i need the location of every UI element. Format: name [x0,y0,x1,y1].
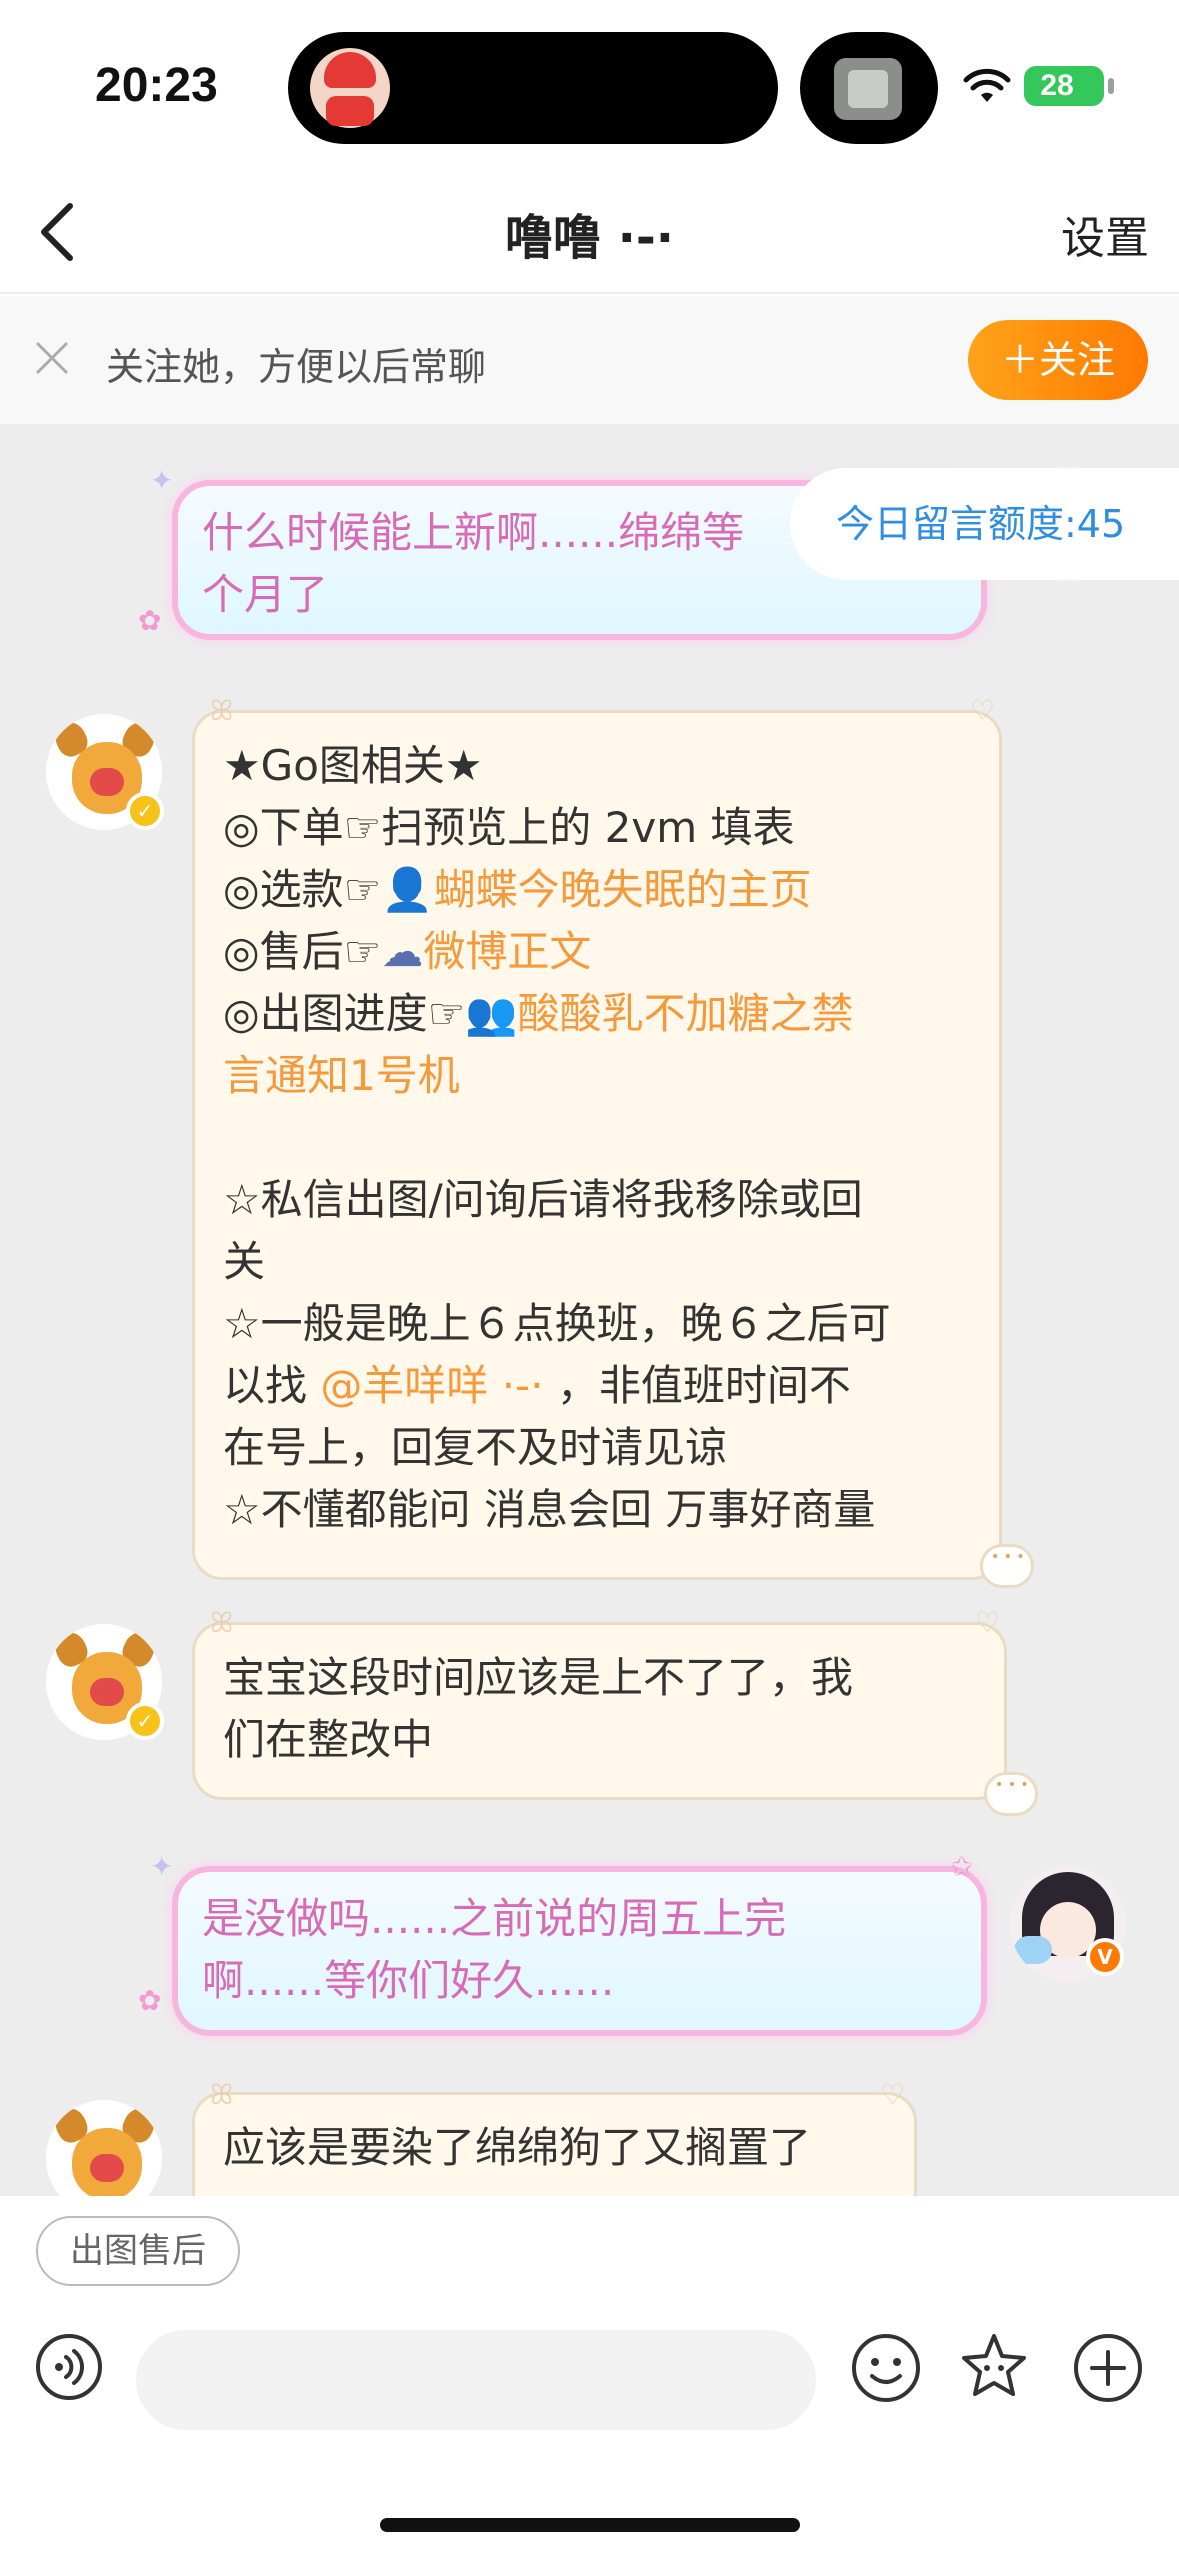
bow-sticker-icon: ꕤ [210,2078,234,2111]
message-line: 啊......等你们好久...... [202,1956,615,2005]
star-sticker-icon[interactable] [958,2330,1030,2402]
aftersale-label: ◎售后☞ [223,927,382,976]
mention-link[interactable]: @羊咩咩 ·-· [320,1361,543,1410]
wifi-icon [963,68,1011,102]
message-bubble-incoming[interactable]: ★Go图相关★ ◎下单☞扫预览上的 2vm 填表 ◎选款☞👤蝴蝶今晚失眠的主页 … [192,710,1002,1580]
message-line: ◎售后☞☁微博正文 [223,921,971,983]
delivery-avatar-icon [310,48,390,128]
shop-avatar[interactable] [46,2100,162,2196]
message-line: ★Go图相关★ [223,741,483,790]
message-quota-badge: 今日留言额度:45 [790,468,1179,580]
select-label: ◎选款☞ [223,865,382,914]
message-line: ◎下单☞扫预览上的 2vm 填表 [223,803,795,852]
status-bar: 20:23 28 [0,0,1179,170]
verified-badge-icon: V [1086,1938,1124,1976]
heart-sticker-icon: ♡ [975,1606,1001,1639]
message-line: 在号上，回复不及时请见谅 [223,1423,728,1472]
notice-account-link[interactable]: 酸酸乳不加糖之禁 [518,989,854,1038]
verified-badge-icon: ✓ [126,1702,164,1740]
verified-badge-icon: ✓ [126,792,164,830]
message-input[interactable] [136,2330,816,2430]
chat-bubble-sticker-icon [980,1544,1034,1588]
message-line: 关 [223,1237,266,1286]
message-bubble-outgoing[interactable]: 是没做吗......之前说的周五上完 啊......等你们好久...... [172,1866,987,2036]
chat-bubble-sticker-icon [984,1772,1038,1816]
media-thumbnail-icon [834,58,902,120]
battery-icon: 28 [1024,66,1114,106]
dynamic-island [288,32,778,144]
message-line: 们在整改中 [223,1715,434,1764]
voice-icon[interactable] [34,2332,104,2402]
wing-sticker-icon: ✦ [150,464,174,497]
message-line: ◎出图进度☞👥酸酸乳不加糖之禁 [223,983,971,1045]
message-line: 应该是要染了绵绵狗了又搁置了 [223,2123,812,2172]
close-icon[interactable] [32,338,72,378]
wing-sticker-icon: ✦ [150,1850,174,1883]
pink-bunny-sticker-icon: ✿ [138,604,162,637]
account-icon: 👥 [465,989,518,1038]
emoji-icon[interactable] [850,2332,922,2404]
follow-banner: 关注她，方便以后常聊 ＋关注 [0,296,1179,424]
quick-reply-chip[interactable]: 出图售后 [36,2216,240,2286]
message-line: ☆私信出图/问询后请将我移除或回 [223,1175,863,1224]
message-bubble-incoming[interactable]: 应该是要染了绵绵狗了又搁置了 [192,2092,917,2196]
find-label: 以找 [223,1361,321,1410]
follow-button[interactable]: ＋关注 [968,320,1148,400]
bow-sticker-icon: ꕤ [210,1606,234,1639]
nav-bar: 噜噜 ·-· 设置 [0,170,1179,294]
heart-sticker-icon: ♡ [970,694,996,727]
message-bubble-incoming[interactable]: 宝宝这段时间应该是上不了了，我 们在整改中 [192,1622,1007,1800]
star-sticker-icon: ✩ [950,1850,974,1883]
heart-sticker-icon: ♡ [880,2078,906,2111]
notice-account-link-cont[interactable]: 言通知1号机 [223,1045,971,1107]
settings-button[interactable]: 设置 [1061,202,1149,266]
message-line: ◎选款☞👤蝴蝶今晚失眠的主页 [223,859,971,921]
pink-bunny-sticker-icon: ✿ [138,1984,162,2017]
dynamic-island-media [800,32,938,144]
battery-level: 28 [1040,69,1074,102]
user-icon: 👤 [381,865,434,914]
weibo-cloud-icon: ☁ [381,927,424,976]
home-indicator[interactable] [380,2518,800,2532]
input-panel: 出图售后 [0,2196,1179,2556]
follow-prompt-text: 关注她，方便以后常聊 [106,345,487,389]
weibo-link[interactable]: 微博正文 [423,927,591,976]
message-line: 是没做吗......之前说的周五上完 [202,1894,787,1943]
chat-area[interactable]: 今日留言额度:45 什么时候能上新啊......绵绵等 个月了 ✦ ✿ ✓ ★G… [0,424,1179,2196]
homepage-link[interactable]: 蝴蝶今晚失眠的主页 [434,865,812,914]
message-line: ☆不懂都能问 消息会回 万事好商量 [223,1485,876,1534]
message-line: 以找 @羊咩咩 ·-· ，非值班时间不 [223,1355,971,1417]
message-text: ，非值班时间不 [543,1361,851,1410]
message-line: ☆一般是晚上６点换班，晚６之后可 [223,1299,891,1348]
message-line: 宝宝这段时间应该是上不了了，我 [223,1653,854,1702]
bow-sticker-icon: ꕤ [210,694,234,727]
chat-title: 噜噜 ·-· [504,210,675,266]
status-time: 20:23 [95,59,218,112]
plus-icon[interactable] [1072,2332,1144,2404]
progress-label: ◎出图进度☞ [223,989,466,1038]
